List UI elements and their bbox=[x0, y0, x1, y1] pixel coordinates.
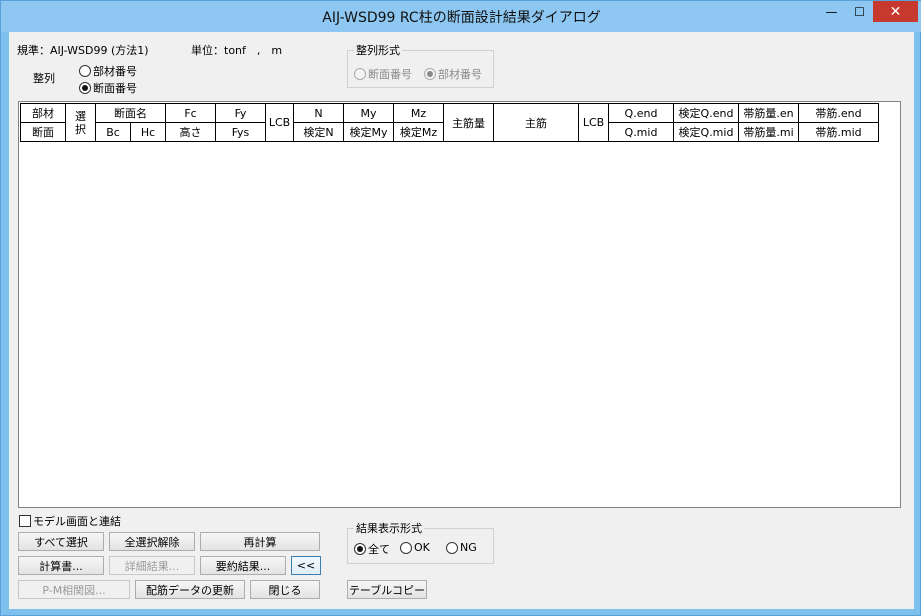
radio-circle bbox=[400, 541, 412, 554]
col-header-section-name[interactable]: 断面名 bbox=[95, 103, 166, 123]
result-radio-ok-label: OK bbox=[414, 541, 430, 554]
sort-radio-section[interactable]: 断面番号 bbox=[79, 80, 137, 96]
col-header-height[interactable]: 高さ bbox=[165, 122, 216, 142]
unit-label: 単位：tonf , m bbox=[191, 44, 283, 57]
col-header-main-rebar[interactable]: 主筋 bbox=[493, 103, 579, 142]
col-header-check-q-mid[interactable]: 検定Q.mid bbox=[673, 122, 739, 142]
radio-circle bbox=[446, 541, 458, 554]
result-radio-ng-label: NG bbox=[460, 541, 477, 554]
collapse-button[interactable]: << bbox=[291, 556, 321, 575]
detail-results-button[interactable]: 詳細結果... bbox=[109, 556, 195, 575]
window-title: AIJ-WSD99 RC柱の断面設計結果ダイアログ bbox=[322, 10, 601, 26]
col-header-check-my[interactable]: 検定My bbox=[343, 122, 394, 142]
col-header-n[interactable]: N bbox=[293, 103, 344, 123]
col-header-hc[interactable]: Hc bbox=[130, 122, 166, 142]
summary-results-button[interactable]: 要約結果... bbox=[200, 556, 286, 575]
dialog-window: AIJ-WSD99 RC柱の断面設計結果ダイアログ — ☐ ✕ 規準：AIJ-W… bbox=[0, 0, 921, 616]
sort-format-title: 整列形式 bbox=[354, 42, 402, 58]
result-format-group: 結果表示形式 全て OK NG bbox=[347, 520, 494, 564]
col-header-mz[interactable]: Mz bbox=[393, 103, 444, 123]
col-header-check-q-end[interactable]: 検定Q.end bbox=[673, 103, 739, 123]
col-header-bc[interactable]: Bc bbox=[95, 122, 131, 142]
results-grid[interactable]: 部材 選択 断面名 Fc Fy LCB N My Mz 主筋量 主筋 LCB Q… bbox=[18, 101, 901, 508]
col-header-my[interactable]: My bbox=[343, 103, 394, 123]
col-header-fys[interactable]: Fys bbox=[215, 122, 266, 142]
report-button[interactable]: 計算書... bbox=[18, 556, 104, 575]
col-header-hoop-mid[interactable]: 帯筋.mid bbox=[798, 122, 879, 142]
update-rebar-button[interactable]: 配筋データの更新 bbox=[135, 580, 245, 599]
deselect-all-button[interactable]: 全選択解除 bbox=[109, 532, 195, 551]
col-header-hoop-amount-end[interactable]: 帯筋量.en bbox=[738, 103, 799, 123]
result-radio-all-label: 全て bbox=[368, 543, 390, 556]
result-format-title: 結果表示形式 bbox=[354, 520, 424, 536]
col-header-select[interactable]: 選択 bbox=[65, 103, 96, 142]
col-header-q-mid[interactable]: Q.mid bbox=[608, 122, 674, 142]
recalculate-button[interactable]: 再計算 bbox=[200, 532, 320, 551]
col-header-hoop-amount-mid[interactable]: 帯筋量.mi bbox=[738, 122, 799, 142]
select-all-button[interactable]: すべて選択 bbox=[18, 532, 104, 551]
dialog-client-area: 規準：AIJ-WSD99 (方法1) 単位：tonf , m 整列 部材番号 断… bbox=[9, 32, 914, 609]
radio-circle bbox=[354, 543, 366, 555]
radio-circle bbox=[79, 82, 91, 94]
col-header-lcb-1[interactable]: LCB bbox=[265, 103, 294, 142]
title-bar[interactable]: AIJ-WSD99 RC柱の断面設計結果ダイアログ — ☐ ✕ bbox=[1, 1, 921, 32]
close-button[interactable]: 閉じる bbox=[250, 580, 320, 599]
standard-label: 規準：AIJ-WSD99 (方法1) bbox=[17, 44, 149, 57]
copy-table-button[interactable]: テーブルコピー bbox=[347, 580, 427, 599]
model-link-label: モデル画面と連結 bbox=[33, 515, 121, 528]
sort-radio-section-label: 断面番号 bbox=[93, 82, 137, 95]
col-header-member[interactable]: 部材 bbox=[20, 103, 66, 123]
sort-label: 整列 bbox=[33, 72, 55, 85]
col-header-section[interactable]: 断面 bbox=[20, 122, 66, 142]
col-header-fy[interactable]: Fy bbox=[215, 103, 266, 123]
sort-format-radio-member[interactable]: 部材番号 bbox=[424, 66, 482, 82]
radio-circle bbox=[424, 68, 436, 80]
col-header-lcb-2[interactable]: LCB bbox=[578, 103, 609, 142]
pm-chart-button[interactable]: P-M相関図... bbox=[18, 580, 130, 599]
checkbox-box bbox=[19, 515, 31, 527]
radio-circle bbox=[354, 68, 366, 80]
model-link-checkbox[interactable]: モデル画面と連結 bbox=[19, 513, 121, 529]
col-header-check-mz[interactable]: 検定Mz bbox=[393, 122, 444, 142]
close-window-button[interactable]: ✕ bbox=[873, 1, 918, 22]
result-radio-ng[interactable]: NG bbox=[446, 541, 477, 554]
result-radio-all[interactable]: 全て bbox=[354, 541, 390, 557]
sort-format-group: 整列形式 断面番号 部材番号 bbox=[347, 42, 494, 88]
sort-radio-member-label: 部材番号 bbox=[93, 65, 137, 78]
minimize-button[interactable]: — bbox=[818, 1, 845, 22]
maximize-button[interactable]: ☐ bbox=[846, 1, 873, 22]
col-header-hoop-end[interactable]: 帯筋.end bbox=[798, 103, 879, 123]
col-header-fc[interactable]: Fc bbox=[165, 103, 216, 123]
sort-format-radio-member-label: 部材番号 bbox=[438, 68, 482, 81]
radio-circle bbox=[79, 65, 91, 77]
sort-format-radio-section[interactable]: 断面番号 bbox=[354, 66, 412, 82]
col-header-main-rebar-amount[interactable]: 主筋量 bbox=[443, 103, 494, 142]
sort-radio-member[interactable]: 部材番号 bbox=[79, 63, 137, 79]
result-radio-ok[interactable]: OK bbox=[400, 541, 430, 554]
col-header-q-end[interactable]: Q.end bbox=[608, 103, 674, 123]
sort-format-radio-section-label: 断面番号 bbox=[368, 68, 412, 81]
col-header-select-label: 選択 bbox=[75, 109, 86, 136]
col-header-check-n[interactable]: 検定N bbox=[293, 122, 344, 142]
grid-header: 部材 選択 断面名 Fc Fy LCB N My Mz 主筋量 主筋 LCB Q… bbox=[20, 103, 879, 142]
